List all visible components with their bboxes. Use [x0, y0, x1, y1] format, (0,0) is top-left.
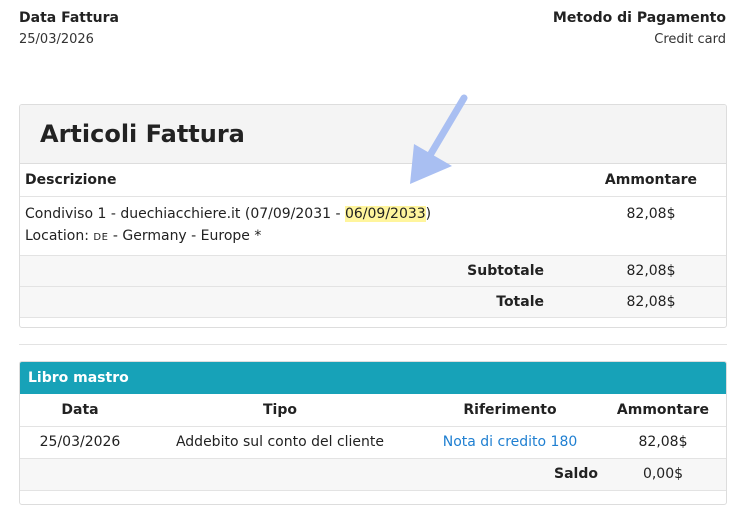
description-column-header: Descrizione [20, 164, 576, 197]
ledger-row-date: 25/03/2026 [20, 426, 140, 459]
ledger-header-row: Data Tipo Riferimento Ammontare [20, 394, 726, 427]
type-column-header: Tipo [140, 394, 420, 427]
invoice-items-header: Articoli Fattura [20, 105, 726, 164]
subtotal-row: Subtotale 82,08$ [20, 255, 726, 287]
ledger-row-type: Addebito sul conto del cliente [140, 426, 420, 459]
invoice-items-title: Articoli Fattura [40, 120, 245, 148]
invoice-items-panel: Articoli Fattura Descrizione Ammontare C… [19, 104, 727, 328]
invoice-date-value: 25/03/2026 [19, 32, 94, 47]
items-header-row: Descrizione Ammontare [20, 164, 726, 197]
item-description-text: Condiviso 1 - duechiacchiere.it (07/09/2… [25, 205, 345, 222]
total-label: Totale [20, 286, 576, 318]
ledger-header: Libro mastro [20, 362, 726, 394]
payment-method-value: Credit card [654, 32, 726, 47]
payment-method-block: Metodo di Pagamento Credit card [553, 10, 726, 47]
item-location-code: DE [93, 231, 109, 243]
invoice-date-block: Data Fattura 25/03/2026 [19, 10, 119, 47]
ledger-row-reference: Nota di credito 180 [420, 426, 600, 459]
balance-label: Saldo [420, 458, 600, 491]
amount-column-header: Ammontare [576, 164, 726, 197]
arrow-down-left-icon [410, 94, 468, 184]
date-column-header: Data [20, 394, 140, 427]
reference-column-header: Riferimento [420, 394, 600, 427]
section-divider [19, 344, 727, 345]
ledger-panel: Libro mastro Data Tipo Riferimento Ammon… [19, 361, 727, 505]
item-location-text: - Germany - Europe * [108, 227, 262, 244]
ledger-table: Data Tipo Riferimento Ammontare 25/03/20… [20, 394, 726, 491]
item-amount: 82,08$ [576, 196, 726, 256]
invoice-date-label: Data Fattura [19, 10, 119, 26]
item-description-close: ) [425, 205, 432, 222]
balance-row: Saldo 0,00$ [20, 458, 726, 491]
total-value: 82,08$ [576, 286, 726, 318]
balance-value: 0,00$ [600, 458, 726, 491]
total-row: Totale 82,08$ [20, 286, 726, 318]
subtotal-value: 82,08$ [576, 255, 726, 287]
ledger-row-amount: 82,08$ [600, 426, 726, 459]
ledger-title: Libro mastro [28, 370, 129, 386]
table-row: Condiviso 1 - duechiacchiere.it (07/09/2… [20, 196, 726, 256]
item-location-label: Location: [25, 227, 94, 244]
item-highlighted-date: 06/09/2033 [344, 205, 426, 222]
amount-column-header: Ammontare [600, 394, 726, 427]
payment-method-label: Metodo di Pagamento [552, 10, 726, 26]
table-row: 25/03/2026 Addebito sul conto del client… [20, 426, 726, 459]
subtotal-label: Subtotale [20, 255, 576, 287]
credit-note-link[interactable]: Nota di credito 180 [443, 434, 578, 450]
invoice-items-table: Descrizione Ammontare Condiviso 1 - duec… [20, 164, 726, 318]
item-description: Condiviso 1 - duechiacchiere.it (07/09/2… [20, 196, 576, 256]
